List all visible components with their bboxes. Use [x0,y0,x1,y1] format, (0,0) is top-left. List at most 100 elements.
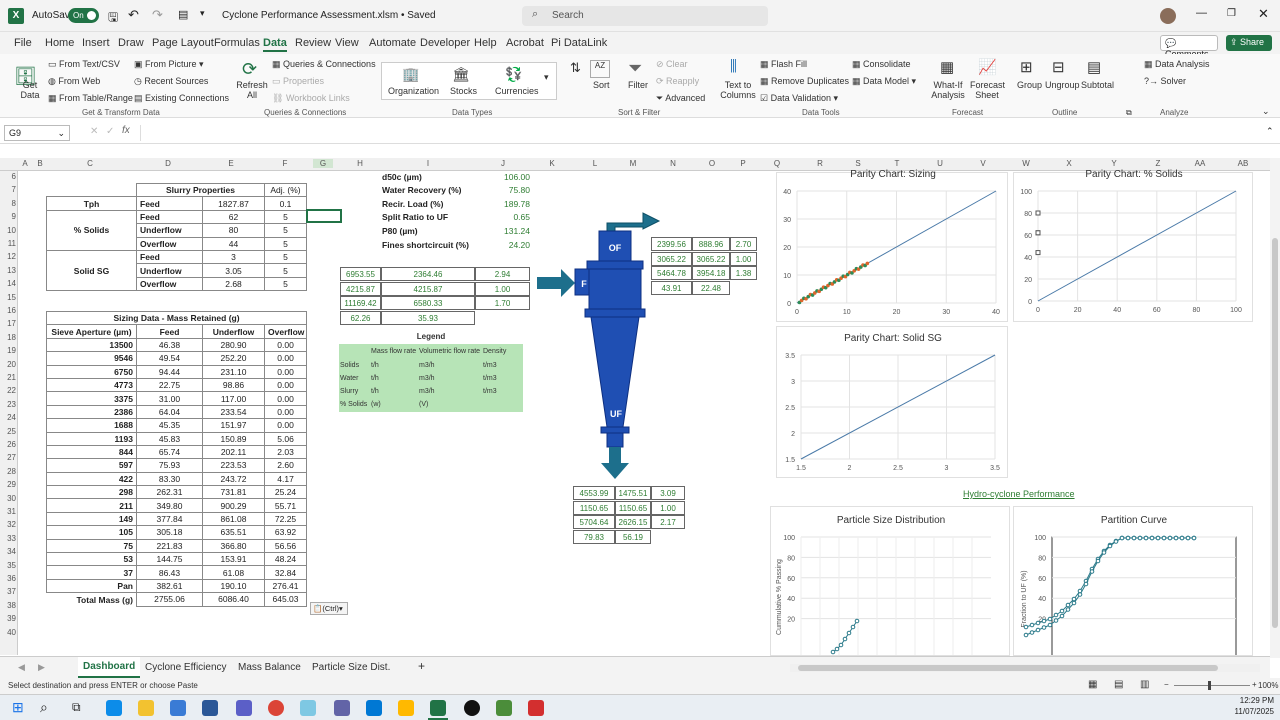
stream-value-cell[interactable]: 4553.99 [573,486,615,500]
paste-options-button[interactable]: 📋(Ctrl)▾ [310,602,348,615]
task-view-icon[interactable]: ⧉ [72,700,81,715]
column-header[interactable]: T [887,159,907,168]
minimize-icon[interactable]: — [1196,7,1207,19]
row-header[interactable]: 8 [0,199,16,208]
mass-cell[interactable]: 72.25 [263,511,308,527]
hydrocyclone-performance-link[interactable]: Hydro-cyclone Performance [963,489,1075,499]
row-header[interactable]: 6 [0,172,16,181]
row-header[interactable]: 36 [0,574,16,583]
sieve-aperture-cell[interactable]: 422 [46,471,137,487]
column-header[interactable]: K [542,159,562,168]
row-header[interactable]: 16 [0,306,16,315]
mass-cell[interactable]: 153.91 [202,552,265,567]
stream-value-cell[interactable]: 1.70 [475,296,530,311]
slurry-adj[interactable]: 5 [264,209,308,225]
scroll-left-icon[interactable]: ◀ [18,662,25,673]
tab-insert[interactable]: Insert [82,37,110,49]
sieve-aperture-cell[interactable]: 298 [46,485,137,500]
slurry-value[interactable]: 3.05 [201,263,266,278]
collapse-ribbon-icon[interactable]: ⌄ [1262,106,1270,117]
mass-cell[interactable]: 861.08 [202,511,265,527]
stream-value-cell[interactable]: 2626.15 [615,515,651,530]
row-header[interactable]: 7 [0,185,16,194]
mass-cell[interactable]: 0.00 [263,337,308,353]
scroll-thumb[interactable] [798,665,1218,671]
mass-cell[interactable]: 94.44 [136,364,203,379]
expand-formula-icon[interactable]: ⌃ [1266,126,1274,137]
column-header[interactable]: D [158,159,178,168]
column-header[interactable]: B [30,159,50,168]
mass-cell[interactable]: 150.89 [202,431,265,446]
mass-cell[interactable]: 151.97 [202,418,265,433]
column-header[interactable]: L [585,159,605,168]
taskbar-search-icon[interactable]: ⌕ [40,699,48,716]
sieve-aperture-cell[interactable]: 211 [46,498,137,513]
sieve-aperture-cell[interactable]: 149 [46,511,137,527]
mass-cell[interactable]: 377.84 [136,511,203,527]
sheet-tab-particle-size-dist[interactable]: Particle Size Dist. [312,662,390,673]
form-icon[interactable]: ▤ [178,8,188,21]
stream-value-cell[interactable]: 1.00 [475,281,530,296]
mass-cell[interactable]: 144.75 [136,552,203,567]
column-header[interactable]: AB [1233,159,1253,168]
column-header[interactable]: U [930,159,950,168]
column-header[interactable]: Q [767,159,787,168]
mass-cell[interactable]: 190.10 [202,578,265,594]
stream-value-cell[interactable]: 35.93 [381,310,475,325]
mass-cell[interactable]: 0.00 [263,418,308,433]
mass-cell[interactable]: 276.41 [263,578,308,594]
tab-automate[interactable]: Automate [369,37,416,49]
file-explorer-icon[interactable] [138,700,154,716]
stream-value-cell[interactable]: 1150.65 [573,500,615,515]
stream-value-cell[interactable]: 6580.33 [381,296,475,311]
row-header[interactable]: 24 [0,413,16,422]
sheet-tab-cyclone-efficiency[interactable]: Cyclone Efficiency [145,662,227,673]
column-header[interactable]: C [80,159,100,168]
sieve-aperture-cell[interactable]: 597 [46,458,137,473]
stream-value-cell[interactable]: 5704.64 [573,515,615,530]
slurry-adj[interactable]: 5 [264,263,308,278]
undo-icon[interactable]: ↶ [128,7,139,23]
stream-value-cell[interactable]: 2.17 [651,515,685,530]
mass-cell[interactable]: 83.30 [136,471,203,487]
mass-cell[interactable]: 366.80 [202,538,265,554]
comments-button[interactable]: 💬 Comments [1160,35,1218,59]
page-layout-icon[interactable]: ▤ [1114,679,1123,690]
slurry-value[interactable]: 44 [201,236,266,251]
row-header[interactable]: 19 [0,346,16,355]
mass-cell[interactable]: 64.04 [136,404,203,420]
sieve-aperture-cell[interactable]: 13500 [46,337,137,353]
column-header[interactable]: H [350,159,370,168]
solver-button[interactable]: ?→ Solver [1144,76,1186,86]
row-header[interactable]: 18 [0,333,16,342]
row-header[interactable]: 15 [0,293,16,302]
autosave-toggle[interactable]: On [68,8,99,23]
slurry-value[interactable]: 3 [201,249,266,265]
app-icon[interactable] [496,700,512,716]
tab-file[interactable]: File [14,37,32,49]
horizontal-scrollbar[interactable] [790,664,1260,672]
currencies-button[interactable]: Currencies [495,86,539,96]
sieve-aperture-cell[interactable]: 3375 [46,391,137,406]
tab-developer[interactable]: Developer [420,37,470,49]
workbook-links-button[interactable]: ⛓ Workbook Links [272,93,350,104]
column-header[interactable]: V [973,159,993,168]
name-box[interactable]: G9 ⌄ [4,125,70,141]
row-header[interactable]: 9 [0,212,16,221]
from-table-button[interactable]: ▦ From Table/Range [48,93,133,104]
cancel-formula-icon[interactable]: ✕ [90,126,98,137]
mass-cell[interactable]: 56.56 [263,538,308,554]
redo-icon[interactable]: ↷ [152,7,163,23]
stream-value-cell[interactable]: 1.00 [651,500,685,515]
stream-value-cell[interactable]: 4215.87 [340,281,381,296]
tab-page-layout[interactable]: Page Layout [152,37,214,49]
forecast-sheet-button[interactable]: Forecast Sheet [970,80,1005,100]
mass-cell[interactable]: 45.83 [136,431,203,446]
sieve-aperture-cell[interactable]: 4773 [46,377,137,393]
stream-value-cell[interactable]: 1475.51 [615,486,651,500]
stream-value-cell[interactable]: 22.48 [692,280,730,295]
group-button[interactable]: Group [1017,80,1042,90]
stream-value-cell[interactable]: 2.94 [475,267,530,281]
parity-chart-solids[interactable]: Parity Chart: % Solids 0 20 40 60 80 100 0 20 40… [1013,169,1253,322]
selected-cell-g9[interactable] [306,209,342,223]
